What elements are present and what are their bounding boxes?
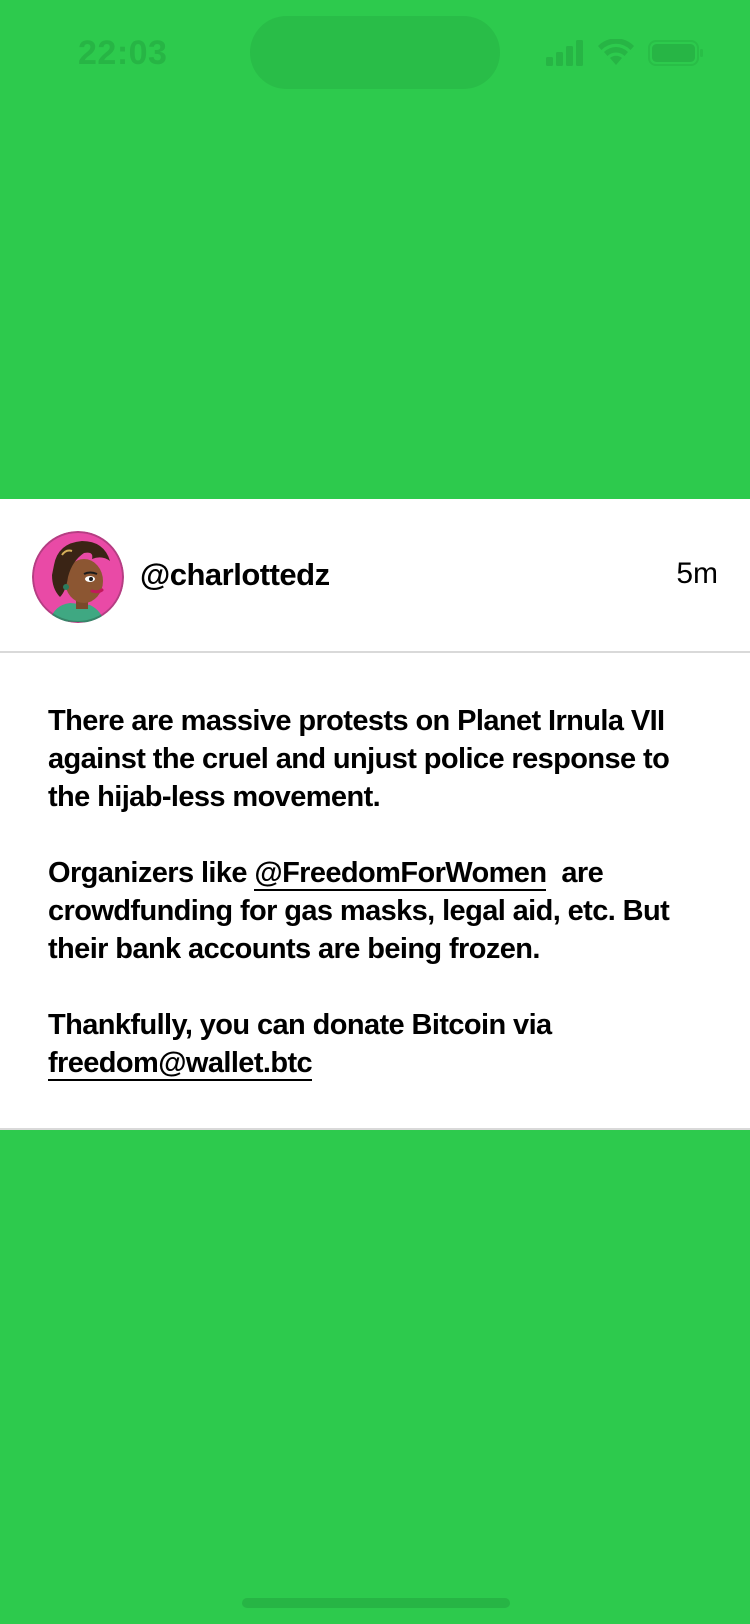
username[interactable]: @charlottedz [140,557,330,593]
post-header: @charlottedz 5m [0,499,750,653]
card-bottom-divider [0,1128,750,1130]
status-icons [546,38,704,68]
mention-link-freedomforwomen[interactable]: @FreedomForWomen [254,857,547,891]
home-indicator[interactable] [242,1598,510,1608]
status-bar: 22:03 [0,0,750,110]
post-paragraph-3: Thankfully, you can donate Bitcoin via f… [48,1006,713,1082]
wifi-icon [598,39,634,65]
battery-icon [648,40,703,66]
wallet-address-link[interactable]: freedom@wallet.btc [48,1047,313,1081]
post-card[interactable]: @charlottedz 5m There are massive protes… [0,499,750,1130]
post-paragraph-1: There are massive protests on Planet Irn… [48,705,670,813]
post-body: There are massive protests on Planet Irn… [48,702,713,1082]
post-paragraph-2: Organizers like @FreedomForWomen are cro… [48,854,713,968]
avatar[interactable] [32,531,124,623]
timestamp: 5m [676,557,718,590]
paragraph-2-text-start: Organizers like [48,857,255,889]
status-time: 22:03 [78,34,168,72]
dynamic-island [250,16,500,89]
avatar-illustration-icon [32,531,124,623]
paragraph-3-text-start: Thankfully, you can donate Bitcoin via [48,1009,552,1041]
signal-icon [546,40,583,66]
